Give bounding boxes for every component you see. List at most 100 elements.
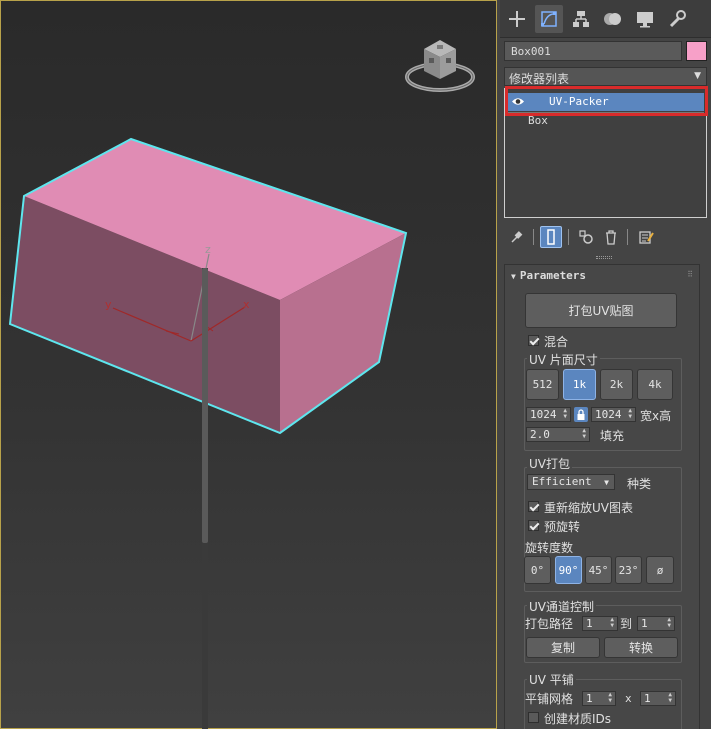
- material-ids-checkbox[interactable]: [528, 712, 539, 723]
- viewcube-icon[interactable]: [404, 35, 476, 97]
- plus-icon: [509, 11, 525, 27]
- uv-pack-title: UV打包: [527, 455, 572, 472]
- rotation-0-button[interactable]: 0°: [524, 556, 551, 584]
- rescale-label: 重新缩放UV图表: [544, 501, 633, 515]
- panel-scrollbar-thumb[interactable]: [202, 268, 208, 543]
- tile-y-spinner[interactable]: 1 ▲ ▼: [640, 691, 676, 706]
- toolbar-divider: [568, 229, 569, 245]
- remove-modifier-button[interactable]: [600, 226, 622, 248]
- tile-x-label: x: [625, 692, 632, 705]
- tile-y-value: 1: [644, 692, 651, 705]
- make-unique-icon: [579, 230, 593, 244]
- channel-from-spinner[interactable]: 1 ▲ ▼: [582, 616, 618, 631]
- rotation-45-button[interactable]: 45°: [585, 556, 612, 584]
- width-height-label: 宽x高: [640, 409, 672, 423]
- pin-icon: [511, 231, 523, 243]
- utilities-icon: [669, 10, 686, 28]
- chevron-down-icon: ▼: [604, 478, 609, 487]
- material-ids-label: 创建材质IDs: [544, 712, 612, 726]
- tab-display[interactable]: [631, 5, 659, 33]
- width-spinner[interactable]: 1024 ▲ ▼: [526, 407, 571, 422]
- toolbar-divider: [533, 229, 534, 245]
- padding-value: 2.0: [530, 428, 550, 441]
- annotation-highlight-box: [505, 86, 708, 116]
- collapse-triangle-icon: ▼: [511, 272, 516, 281]
- prerotate-checkbox[interactable]: [528, 520, 539, 531]
- size-preset-4k[interactable]: 4k: [637, 369, 673, 400]
- rotation-label: 旋转度数: [525, 541, 574, 555]
- command-panel-tabs: [500, 0, 711, 38]
- rescale-checkbox[interactable]: [528, 501, 539, 512]
- tile-grid-label: 平铺网格: [525, 692, 574, 706]
- padding-label: 填充: [600, 429, 625, 443]
- configure-icon: [639, 231, 654, 244]
- pin-stack-button[interactable]: [506, 226, 528, 248]
- tab-utilities[interactable]: [663, 5, 691, 33]
- tab-hierarchy[interactable]: [567, 5, 595, 33]
- modifier-list-label: 修改器列表: [509, 72, 570, 86]
- show-end-result-button[interactable]: [540, 226, 562, 248]
- spinner-arrows-icon: ▲ ▼: [667, 616, 671, 629]
- lock-aspect-button[interactable]: [574, 407, 588, 422]
- pack-uv-button[interactable]: 打包UV贴图: [525, 293, 677, 328]
- spinner-arrows-icon: ▲ ▼: [668, 691, 672, 704]
- spinner-arrows-icon: ▲ ▼: [610, 616, 614, 629]
- blend-label: 混合: [544, 335, 569, 349]
- lock-icon: [577, 409, 585, 420]
- tab-motion[interactable]: [599, 5, 627, 33]
- to-label: 到: [620, 617, 633, 631]
- rotation-23-button[interactable]: 23°: [615, 556, 642, 584]
- pack-path-label: 打包路径: [525, 617, 574, 631]
- uv-size-title: UV 片面尺寸: [527, 351, 600, 368]
- make-unique-button[interactable]: [575, 226, 597, 248]
- copy-button[interactable]: 复制: [526, 637, 600, 658]
- axis-label-y: y: [105, 298, 112, 311]
- display-icon: [637, 12, 653, 28]
- rollout-grip-icon: ⠿: [687, 270, 693, 279]
- tile-x-value: 1: [586, 692, 593, 705]
- tile-x-spinner[interactable]: 1 ▲ ▼: [582, 691, 616, 706]
- size-preset-512[interactable]: 512: [526, 369, 559, 400]
- pack-type-label: 种类: [627, 477, 652, 491]
- hierarchy-icon: [573, 11, 589, 27]
- axis-label-z: z: [205, 243, 211, 256]
- modifier-list-dropdown[interactable]: 修改器列表 ▼: [504, 67, 707, 86]
- axis-label-x: x: [243, 298, 250, 311]
- size-preset-2k[interactable]: 2k: [600, 369, 633, 400]
- toolbar-divider: [627, 229, 628, 245]
- width-value: 1024: [530, 408, 557, 421]
- motion-icon: [604, 13, 621, 25]
- prerotate-label: 预旋转: [544, 520, 581, 534]
- object-color-swatch[interactable]: [686, 41, 707, 61]
- convert-button[interactable]: 转换: [604, 637, 678, 658]
- height-spinner[interactable]: 1024 ▲ ▼: [591, 407, 636, 422]
- rotation-90-button[interactable]: 90°: [555, 556, 582, 584]
- tab-modify[interactable]: [535, 5, 563, 33]
- stack-toolbar: [500, 224, 711, 252]
- configure-modifier-sets-button[interactable]: [635, 226, 657, 248]
- tab-create[interactable]: [503, 5, 531, 33]
- channel-to-spinner[interactable]: 1 ▲ ▼: [637, 616, 675, 631]
- chevron-down-icon: ▼: [694, 71, 701, 81]
- height-value: 1024: [595, 408, 622, 421]
- spinner-arrows-icon: ▲ ▼: [628, 407, 632, 420]
- perspective-viewport[interactable]: z y x: [0, 0, 497, 729]
- rollout-title: Parameters: [519, 269, 587, 282]
- end-result-icon: [547, 229, 555, 245]
- spinner-arrows-icon: ▲ ▼: [563, 407, 567, 420]
- padding-spinner[interactable]: 2.0 ▲ ▼: [526, 427, 590, 442]
- rotation-none-button[interactable]: ø: [646, 556, 674, 584]
- rollout-header[interactable]: ▼ Parameters: [511, 269, 586, 282]
- spinner-arrows-icon: ▲ ▼: [582, 427, 586, 440]
- trash-icon: [606, 230, 616, 245]
- object-name-field[interactable]: Box001: [504, 41, 682, 61]
- uv-tile-title: UV 平铺: [527, 671, 576, 688]
- parameters-rollout: ▼ Parameters ⠿ 打包UV贴图 混合 UV 片面尺寸 512 1k 2…: [504, 264, 700, 729]
- blend-checkbox[interactable]: [528, 335, 539, 346]
- spinner-arrows-icon: ▲ ▼: [608, 691, 612, 704]
- modify-icon: [541, 11, 557, 27]
- panel-resize-grip[interactable]: [596, 256, 612, 259]
- scene-canvas[interactable]: z y x: [1, 1, 497, 729]
- pack-type-dropdown[interactable]: Efficient ▼: [527, 474, 615, 490]
- size-preset-1k[interactable]: 1k: [563, 369, 596, 400]
